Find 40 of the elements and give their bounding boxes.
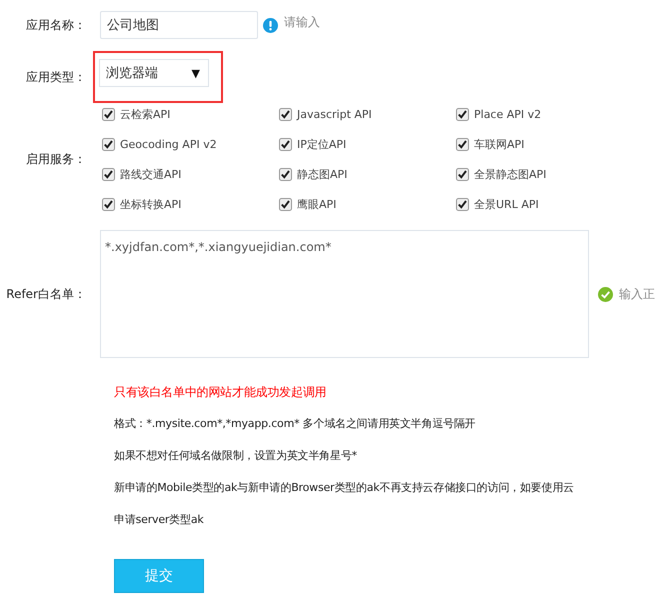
hint-text: 请输入 xyxy=(284,14,320,30)
checkbox-label[interactable]: 车联网API xyxy=(474,137,524,152)
help-text: 新申请的Mobile类型的ak与新申请的Browser类型的ak不再支持云存储接口的访问，如要使用云 xyxy=(114,481,575,495)
checkbox-label[interactable]: 全景URL API xyxy=(474,197,539,212)
field-label: Refer白名单： xyxy=(5,286,87,302)
checkbox-label[interactable]: 全景静态图API xyxy=(474,167,546,182)
checkbox-label[interactable]: 坐标转换API xyxy=(120,197,182,212)
checkbox[interactable] xyxy=(102,138,115,151)
help-text: 申请server类型ak xyxy=(114,513,205,527)
checkbox[interactable] xyxy=(456,198,469,211)
status-text: 输入正 xyxy=(619,286,655,302)
checkbox[interactable] xyxy=(279,108,292,121)
checkbox-label[interactable]: Geocoding API v2 xyxy=(120,138,217,151)
checkbox-label[interactable]: IP定位API xyxy=(297,137,346,152)
app-name-field[interactable]: 公司地图 xyxy=(100,11,258,39)
checkbox[interactable] xyxy=(279,198,292,211)
checkbox-label[interactable]: Place API v2 xyxy=(474,108,542,121)
referer-textarea[interactable]: *.xyjdfan.com*,*.xiangyuejidian.com* xyxy=(100,230,589,358)
check-circle-icon xyxy=(598,286,613,302)
checkbox-label[interactable]: 鹰眼API xyxy=(297,197,336,212)
checkbox[interactable] xyxy=(456,108,469,121)
checkbox[interactable] xyxy=(102,108,115,121)
warning-text: 只有该白名单中的网站才能成功发起调用 xyxy=(114,385,328,399)
app-type-dropdown[interactable]: 浏览器端 ▼ xyxy=(99,59,209,87)
checkbox-label[interactable]: 云检索API xyxy=(120,107,170,122)
field-label: 启用服务： xyxy=(25,151,87,168)
checkbox-label[interactable]: Javascript API xyxy=(297,108,372,121)
checkbox[interactable] xyxy=(456,168,469,181)
checkbox-label[interactable]: 路线交通API xyxy=(120,167,182,182)
info-icon xyxy=(263,18,278,32)
checkbox[interactable] xyxy=(456,138,469,151)
checkbox-label[interactable]: 静态图API xyxy=(297,167,348,182)
field-label: 应用名称： xyxy=(25,16,87,34)
help-text: 格式：*.mysite.com*,*myapp.com* 多个域名之间请用英文半角逗号隔开 xyxy=(114,417,476,431)
checkbox[interactable] xyxy=(102,198,115,211)
checkbox[interactable] xyxy=(279,168,292,181)
field-label: 应用类型： xyxy=(25,68,87,86)
checkbox[interactable] xyxy=(279,138,292,151)
checkbox[interactable] xyxy=(102,168,115,181)
help-text: 如果不想对任何域名做限制，设置为英文半角星号* xyxy=(114,449,358,463)
